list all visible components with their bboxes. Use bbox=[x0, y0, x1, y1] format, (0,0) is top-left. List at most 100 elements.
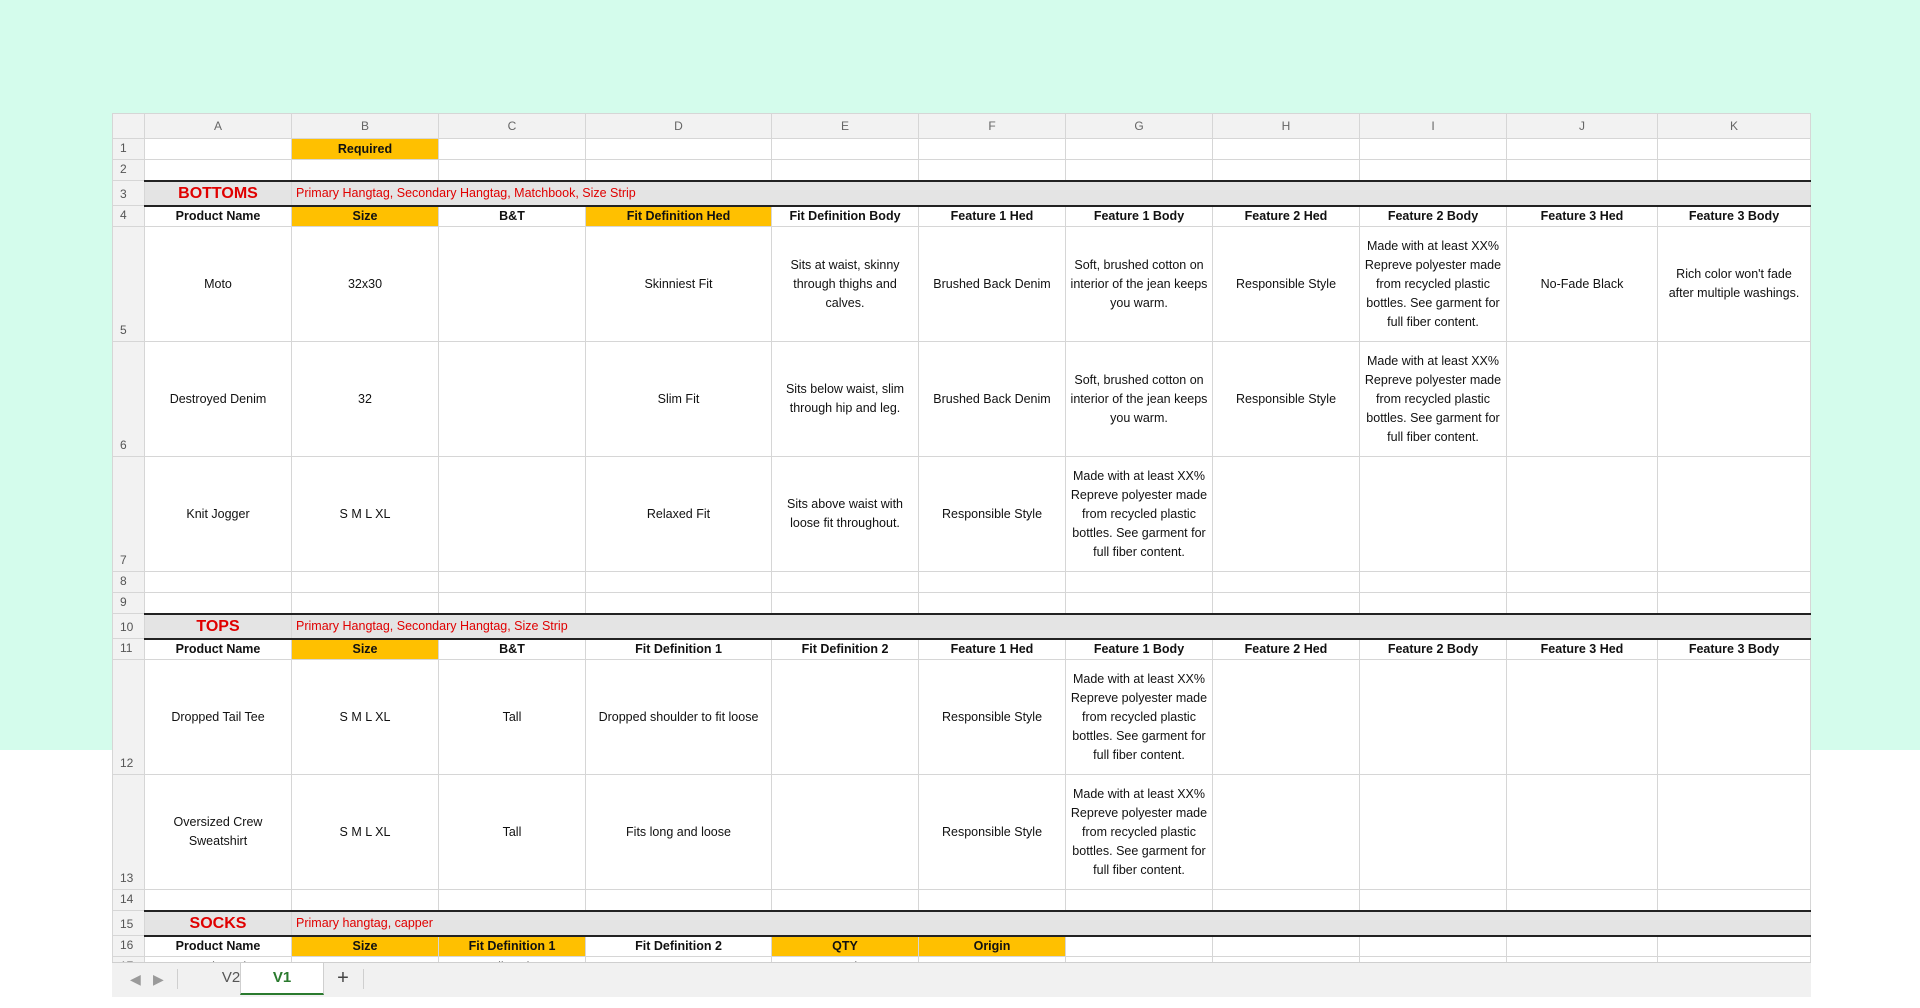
column-label[interactable]: Product Name bbox=[144, 935, 292, 957]
data-cell[interactable]: Brushed Back Denim bbox=[918, 226, 1066, 342]
cell[interactable] bbox=[291, 592, 439, 614]
cell[interactable] bbox=[1065, 592, 1213, 614]
column-label[interactable]: Fit Definition 1 bbox=[585, 638, 772, 660]
data-cell[interactable]: S M L XL bbox=[291, 659, 439, 775]
cell[interactable] bbox=[771, 138, 919, 160]
data-cell[interactable]: Oversized Crew Sweatshirt bbox=[144, 774, 292, 890]
chevron-right-icon[interactable]: ▶ bbox=[153, 971, 164, 988]
data-cell[interactable]: S M L XL bbox=[291, 774, 439, 890]
cell[interactable] bbox=[144, 159, 292, 181]
cell[interactable] bbox=[1065, 571, 1213, 593]
cell[interactable] bbox=[144, 592, 292, 614]
cell[interactable] bbox=[918, 889, 1066, 911]
data-cell[interactable] bbox=[1506, 341, 1658, 457]
row-number[interactable]: 4 bbox=[112, 205, 145, 227]
cell[interactable] bbox=[1506, 889, 1658, 911]
cell[interactable] bbox=[1212, 571, 1360, 593]
data-cell[interactable]: Fits long and loose bbox=[585, 774, 772, 890]
data-cell[interactable]: Dropped Tail Tee bbox=[144, 659, 292, 775]
row-number[interactable]: 12 bbox=[112, 659, 145, 775]
section-note[interactable]: Primary Hangtag, Secondary Hangtag, Matc… bbox=[291, 179, 1811, 207]
cell[interactable] bbox=[1359, 571, 1507, 593]
row-number[interactable]: 13 bbox=[112, 774, 145, 890]
column-label[interactable]: Product Name bbox=[144, 205, 292, 227]
data-cell[interactable] bbox=[1657, 456, 1811, 572]
data-cell[interactable] bbox=[438, 226, 586, 342]
column-label[interactable]: QTY bbox=[771, 935, 919, 957]
data-cell[interactable]: Moto bbox=[144, 226, 292, 342]
section-note[interactable]: Primary hangtag, capper bbox=[291, 909, 1811, 937]
data-cell[interactable]: Made with at least XX% Repreve polyester… bbox=[1065, 774, 1213, 890]
column-label[interactable]: Feature 1 Body bbox=[1065, 205, 1213, 227]
data-cell[interactable]: Soft, brushed cotton on interior of the … bbox=[1065, 226, 1213, 342]
data-cell[interactable] bbox=[1657, 774, 1811, 890]
cell[interactable] bbox=[1212, 889, 1360, 911]
cell[interactable] bbox=[144, 138, 292, 160]
cell[interactable] bbox=[1359, 592, 1507, 614]
data-cell[interactable]: Tall bbox=[438, 659, 586, 775]
data-cell[interactable]: Responsible Style bbox=[918, 659, 1066, 775]
cell[interactable] bbox=[438, 571, 586, 593]
data-cell[interactable]: Knit Jogger bbox=[144, 456, 292, 572]
sheet-tab-v1[interactable]: V1 bbox=[240, 963, 324, 995]
data-cell[interactable]: Relaxed Fit bbox=[585, 456, 772, 572]
data-cell[interactable] bbox=[771, 774, 919, 890]
data-cell[interactable]: Sits above waist with loose fit througho… bbox=[771, 456, 919, 572]
data-cell[interactable]: Responsible Style bbox=[918, 456, 1066, 572]
cell[interactable] bbox=[291, 889, 439, 911]
row-number[interactable]: 1 bbox=[112, 138, 145, 160]
column-header[interactable]: A bbox=[144, 113, 292, 139]
cell[interactable] bbox=[1065, 159, 1213, 181]
column-label[interactable]: Size bbox=[291, 638, 439, 660]
section-title[interactable]: TOPS bbox=[144, 612, 292, 640]
add-sheet-button[interactable]: + bbox=[329, 963, 357, 993]
cell[interactable] bbox=[918, 159, 1066, 181]
column-label[interactable]: Size bbox=[291, 205, 439, 227]
section-title[interactable]: SOCKS bbox=[144, 909, 292, 937]
cell[interactable] bbox=[771, 889, 919, 911]
cell[interactable] bbox=[585, 592, 772, 614]
data-cell[interactable]: Brushed Back Denim bbox=[918, 341, 1066, 457]
cell[interactable] bbox=[1359, 138, 1507, 160]
column-header[interactable]: J bbox=[1506, 113, 1658, 139]
cell[interactable] bbox=[291, 571, 439, 593]
cell[interactable] bbox=[1212, 592, 1360, 614]
row-number[interactable]: 14 bbox=[112, 889, 145, 911]
column-label[interactable]: Feature 2 Body bbox=[1359, 638, 1507, 660]
data-cell[interactable]: Skinniest Fit bbox=[585, 226, 772, 342]
column-label[interactable]: Feature 1 Body bbox=[1065, 638, 1213, 660]
cell[interactable] bbox=[1065, 889, 1213, 911]
section-title[interactable]: BOTTOMS bbox=[144, 179, 292, 207]
column-label[interactable]: Feature 3 Hed bbox=[1506, 638, 1658, 660]
column-label[interactable] bbox=[1212, 935, 1360, 957]
row-number[interactable]: 9 bbox=[112, 592, 145, 614]
column-label[interactable] bbox=[1657, 935, 1811, 957]
column-label[interactable] bbox=[1506, 935, 1658, 957]
cell[interactable] bbox=[585, 571, 772, 593]
data-cell[interactable]: 32x30 bbox=[291, 226, 439, 342]
cell[interactable] bbox=[438, 889, 586, 911]
column-header[interactable]: B bbox=[291, 113, 439, 139]
data-cell[interactable]: Rich color won't fade after multiple was… bbox=[1657, 226, 1811, 342]
column-label[interactable]: Fit Definition Body bbox=[771, 205, 919, 227]
column-label[interactable]: Fit Definition Hed bbox=[585, 205, 772, 227]
cell[interactable] bbox=[1359, 159, 1507, 181]
data-cell[interactable]: Soft, brushed cotton on interior of the … bbox=[1065, 341, 1213, 457]
row-number[interactable]: 11 bbox=[112, 638, 145, 660]
data-cell[interactable] bbox=[1506, 774, 1658, 890]
cell[interactable] bbox=[1657, 138, 1811, 160]
data-cell[interactable]: Destroyed Denim bbox=[144, 341, 292, 457]
cell[interactable] bbox=[771, 592, 919, 614]
row-number[interactable]: 2 bbox=[112, 159, 145, 181]
cell[interactable] bbox=[1657, 889, 1811, 911]
column-label[interactable]: Feature 1 Hed bbox=[918, 205, 1066, 227]
row-number[interactable]: 15 bbox=[112, 910, 145, 936]
column-label[interactable]: Fit Definition 2 bbox=[771, 638, 919, 660]
data-cell[interactable]: Tall bbox=[438, 774, 586, 890]
cell[interactable] bbox=[1506, 159, 1658, 181]
data-cell[interactable]: Sits below waist, slim through hip and l… bbox=[771, 341, 919, 457]
column-label[interactable]: Feature 2 Hed bbox=[1212, 205, 1360, 227]
cell[interactable] bbox=[1212, 159, 1360, 181]
cell[interactable] bbox=[144, 571, 292, 593]
row-number[interactable]: 16 bbox=[112, 935, 145, 957]
